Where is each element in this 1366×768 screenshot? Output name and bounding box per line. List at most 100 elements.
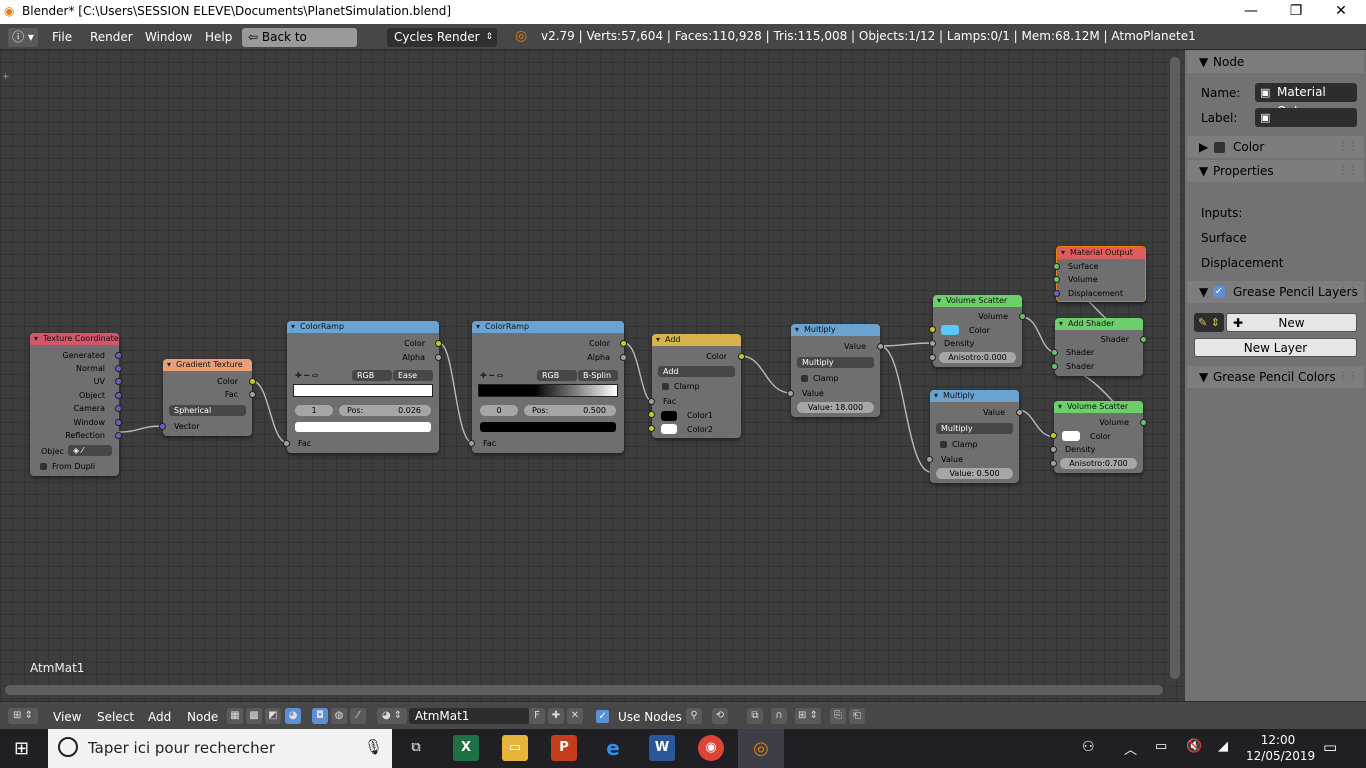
grease-pencil-layers-header[interactable]: ▼ ✓ Grease Pencil Layers ⋮⋮ — [1187, 281, 1364, 303]
editor-type-info-icon[interactable]: ⓘ ▾ — [8, 28, 38, 47]
menu-window[interactable]: Window — [145, 29, 192, 45]
task-view-icon[interactable]: ⧉ — [403, 735, 429, 761]
node-label-field[interactable]: ▣ — [1255, 108, 1357, 127]
ramp-interpolation[interactable]: B-Splin — [578, 370, 618, 381]
pencil-datablock-icon[interactable]: ✎ ⇕ — [1194, 313, 1224, 332]
input-socket[interactable] — [159, 423, 166, 430]
powerpoint-icon[interactable]: P — [551, 735, 577, 761]
stop-color-swatch[interactable] — [295, 422, 431, 432]
output-socket[interactable] — [115, 352, 122, 359]
paste-nodes-icon[interactable]: ⎗ — [849, 708, 865, 724]
new-grease-pencil-button[interactable]: ✚ New — [1226, 313, 1357, 332]
input-socket[interactable] — [929, 354, 936, 361]
node-header[interactable]: Texture Coordinate — [30, 333, 119, 345]
input-socket[interactable] — [1051, 363, 1058, 370]
output-socket[interactable] — [435, 354, 442, 361]
node-header[interactable]: Multiply — [791, 324, 880, 336]
node-volume-scatter[interactable]: Volume Scatter Volume Color Density Anis… — [1050, 401, 1147, 473]
input-socket[interactable] — [787, 390, 794, 397]
node-section-header[interactable]: ▼ Node — [1187, 51, 1364, 73]
drag-grip-icon[interactable]: ⋮⋮ — [1338, 366, 1358, 388]
input-socket[interactable] — [1053, 276, 1060, 283]
input-socket[interactable] — [1053, 290, 1060, 297]
node-math-multiply[interactable]: Multiply Value Multiply Clamp Value Valu… — [926, 390, 1023, 483]
node-mix-add[interactable]: Add Color Add Clamp Fac Color1 Color2 — [648, 334, 745, 438]
input-socket[interactable] — [1051, 349, 1058, 356]
input-socket[interactable] — [929, 326, 936, 333]
output-socket[interactable] — [115, 419, 122, 426]
input-socket[interactable] — [1053, 263, 1060, 270]
output-socket[interactable] — [1140, 419, 1147, 426]
output-socket[interactable] — [115, 432, 122, 439]
scatter-color-swatch[interactable] — [941, 325, 959, 335]
word-icon[interactable]: W — [649, 735, 675, 761]
clamp-checkbox[interactable] — [662, 383, 669, 390]
menu-add[interactable]: Add — [148, 710, 171, 724]
stop-index-field[interactable]: 1 — [295, 405, 333, 416]
object-picker[interactable]: ◈ ⁄ — [68, 445, 112, 456]
color2-swatch[interactable] — [661, 424, 677, 434]
go-to-parent-icon[interactable]: ⟲ — [712, 708, 728, 724]
volume-muted-icon[interactable]: 🔇 — [1186, 739, 1202, 754]
stop-index-field[interactable]: 0 — [480, 405, 518, 416]
menu-file[interactable]: File — [52, 29, 72, 45]
file-explorer-icon[interactable]: ▭ — [502, 735, 528, 761]
stop-position-field[interactable]: Pos: 0.026 — [339, 405, 431, 416]
output-socket[interactable] — [1016, 409, 1023, 416]
anisotropy-field[interactable]: Anisotro:0.000 — [939, 352, 1016, 363]
grease-pencil-colors-header[interactable]: ▼ Grease Pencil Colors ⋮⋮ — [1187, 366, 1364, 388]
stop-color-swatch[interactable] — [480, 422, 616, 432]
expand-region-icon[interactable]: + — [2, 72, 12, 82]
edge-browser-icon[interactable]: e — [600, 735, 626, 761]
node-header[interactable]: Multiply — [930, 390, 1019, 402]
input-socket[interactable] — [283, 440, 290, 447]
node-add-shader[interactable]: Add Shader Shader Shader Shader — [1051, 318, 1147, 376]
input-socket[interactable] — [929, 340, 936, 347]
node-volume-scatter[interactable]: Volume Scatter Volume Color Density Anis… — [929, 295, 1026, 367]
node-name-field[interactable]: ▣ Material Outp... — [1255, 83, 1357, 118]
node-header[interactable]: ColorRamp — [287, 321, 439, 333]
color1-swatch[interactable] — [661, 411, 677, 421]
input-socket[interactable] — [468, 440, 475, 447]
value-field[interactable]: Value: 0.500 — [936, 468, 1013, 479]
restore-button[interactable]: ❐ — [1273, 0, 1319, 24]
color-ramp-gradient[interactable] — [293, 384, 433, 397]
output-socket[interactable] — [249, 378, 256, 385]
unlink-material-icon[interactable]: ✕ — [567, 708, 583, 724]
menu-view[interactable]: View — [53, 710, 81, 724]
snap-icon[interactable]: ⧉ — [747, 708, 763, 724]
new-layer-button[interactable]: New Layer — [1194, 338, 1357, 357]
back-to-previous-button[interactable]: ⇦ Back to Previous — [242, 28, 357, 63]
output-socket[interactable] — [738, 353, 745, 360]
drag-grip-icon[interactable]: ⋮⋮ — [1338, 136, 1358, 158]
shader-tree-icon[interactable]: ▦ — [227, 708, 243, 724]
node-header[interactable]: ColorRamp — [472, 321, 624, 333]
clamp-checkbox[interactable] — [940, 441, 947, 448]
object-shader-icon[interactable]: ◘ — [312, 708, 328, 724]
world-shader-icon[interactable]: ◍ — [331, 708, 347, 724]
output-socket[interactable] — [1019, 313, 1026, 320]
output-socket[interactable] — [249, 391, 256, 398]
menu-node[interactable]: Node — [187, 710, 218, 724]
pin-icon[interactable]: ⚲ — [686, 708, 702, 724]
node-header[interactable]: Add Shader — [1055, 318, 1143, 330]
output-socket[interactable] — [1140, 336, 1147, 343]
input-socket[interactable] — [1050, 432, 1057, 439]
menu-select[interactable]: Select — [97, 710, 134, 724]
chrome-icon[interactable]: ◉ — [698, 735, 724, 761]
ramp-color-mode[interactable]: RGB — [537, 370, 577, 381]
show-hidden-icons-icon[interactable]: ︿ — [1124, 739, 1137, 758]
compositing-tree-icon[interactable]: ▩ — [246, 708, 262, 724]
output-socket[interactable] — [115, 392, 122, 399]
material-tree-icon[interactable]: ◕ — [285, 708, 301, 724]
render-engine-dropdown[interactable]: Cycles Render ⇕ — [387, 28, 497, 47]
vertical-scrollbar[interactable] — [1170, 57, 1180, 679]
output-socket[interactable] — [877, 343, 884, 350]
microphone-icon[interactable]: 🎙 — [364, 738, 383, 756]
fake-user-button[interactable]: F — [529, 708, 545, 724]
material-name-field[interactable]: AtmMat1 — [409, 708, 529, 724]
color-section-header[interactable]: ▶ Color ⋮⋮ — [1187, 136, 1364, 158]
color-checkbox[interactable] — [1214, 142, 1225, 153]
blender-taskbar-icon[interactable]: ◎ — [738, 729, 784, 768]
texture-tree-icon[interactable]: ◩ — [265, 708, 281, 724]
